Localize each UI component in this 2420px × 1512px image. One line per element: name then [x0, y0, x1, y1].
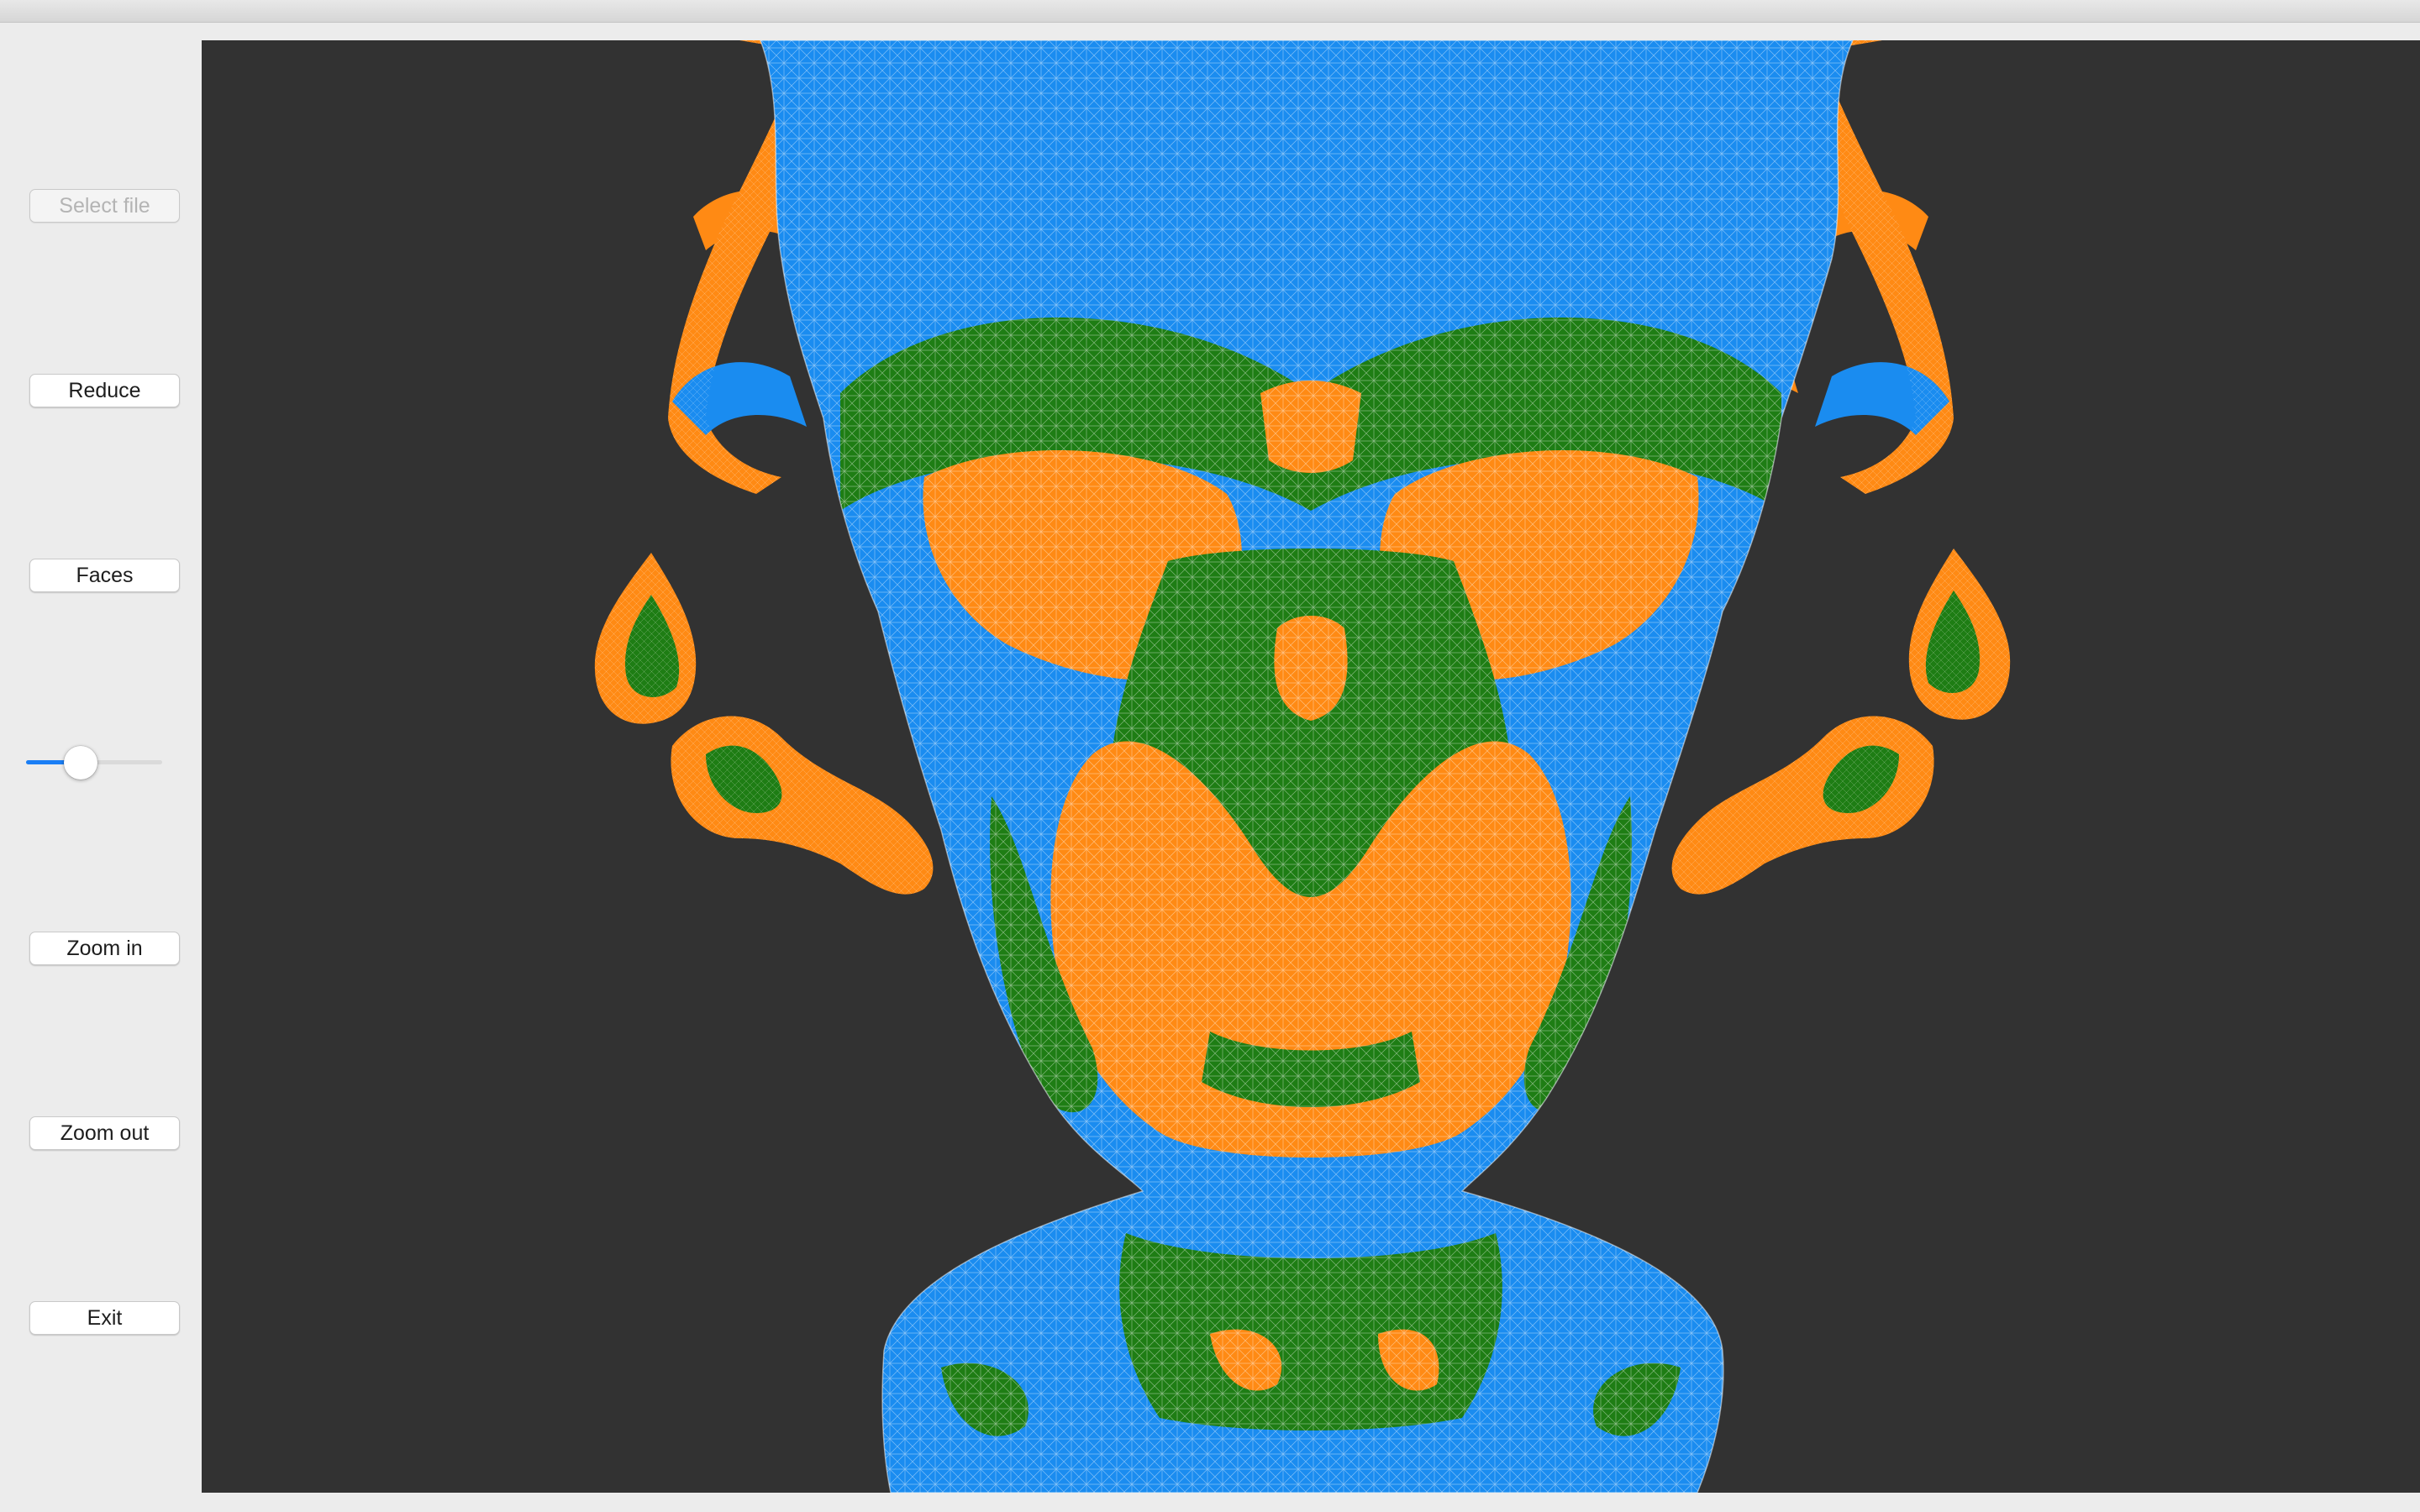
- mesh-viewport[interactable]: [202, 40, 2420, 1493]
- control-sidebar: Select file Reduce Faces Zoom in Zoom ou…: [0, 23, 202, 1512]
- reduce-button[interactable]: Reduce: [29, 374, 180, 407]
- zoom-in-button[interactable]: Zoom in: [29, 932, 180, 965]
- mesh-render: [594, 40, 2011, 1493]
- title-bar[interactable]: [0, 0, 2420, 23]
- exit-button[interactable]: Exit: [29, 1301, 180, 1335]
- faces-button[interactable]: Faces: [29, 559, 180, 592]
- head-mesh: [760, 40, 1854, 1493]
- slider-thumb[interactable]: [64, 746, 97, 780]
- app-window: Select file Reduce Faces Zoom in Zoom ou…: [0, 0, 2420, 1512]
- zoom-out-button[interactable]: Zoom out: [29, 1116, 180, 1150]
- select-file-button[interactable]: Select file: [29, 189, 180, 223]
- reduction-slider[interactable]: [26, 746, 162, 780]
